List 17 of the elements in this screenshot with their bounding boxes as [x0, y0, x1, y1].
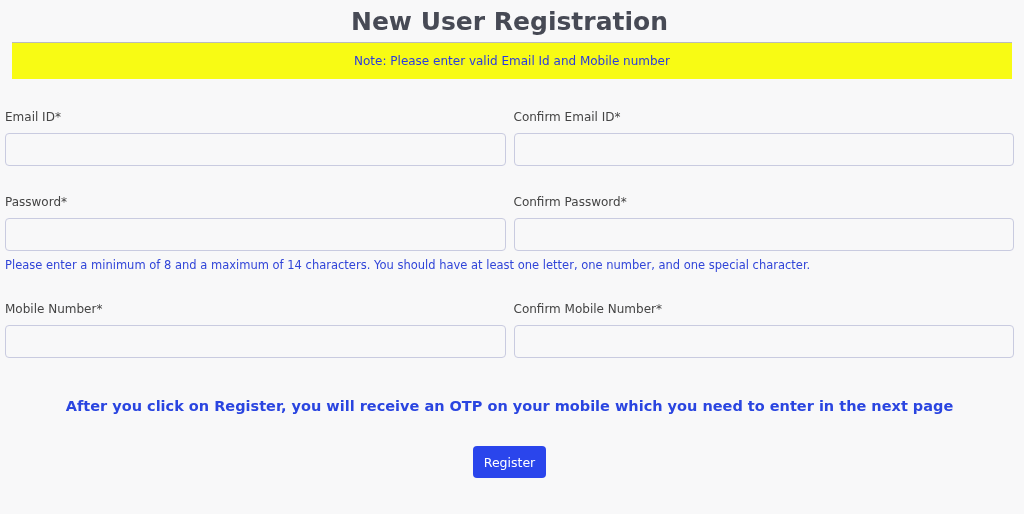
input-field[interactable]	[5, 218, 506, 251]
note-banner: Note: Please enter valid Email Id and Mobile number	[12, 42, 1012, 79]
field-label: Email ID*	[5, 109, 61, 125]
field-label: Confirm Password*	[513, 194, 627, 210]
page-title: New User Registration	[349, 6, 669, 38]
hint-text: Please enter a minimum of 8 and a maximum of 14 characters. You should have at least one letter, one number, and one special character.	[5, 257, 812, 273]
input-field[interactable]	[5, 325, 506, 358]
field-label: Confirm Email ID*	[513, 109, 621, 125]
field-label: Password*	[5, 194, 68, 210]
input-field[interactable]	[5, 133, 506, 166]
field-label: Confirm Mobile Number*	[513, 301, 662, 317]
field-label: Mobile Number*	[5, 301, 103, 317]
input-field[interactable]	[513, 133, 1014, 166]
input-field[interactable]	[513, 218, 1014, 251]
otp-message: After you click on Register, you will receive an OTP on your mobile which you need to enter in the next page	[64, 398, 955, 414]
register-button[interactable]: Register	[472, 446, 547, 478]
input-field[interactable]	[513, 325, 1014, 358]
